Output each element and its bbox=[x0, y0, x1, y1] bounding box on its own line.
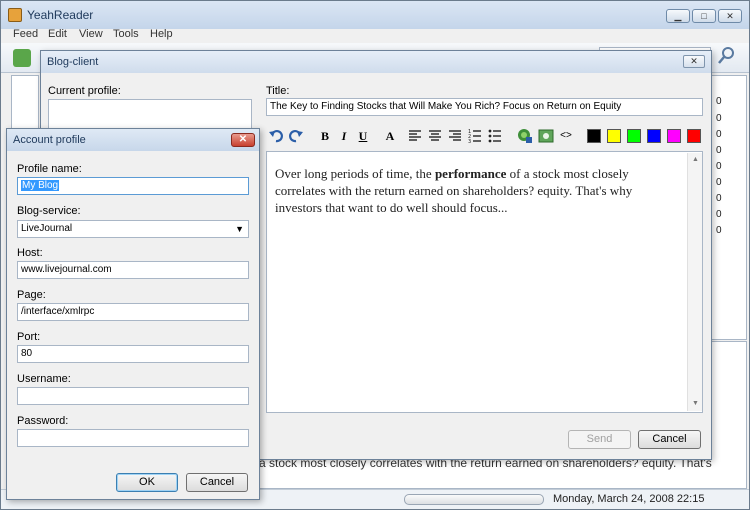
blog-service-label: Blog-service: bbox=[17, 205, 81, 217]
align-center-icon[interactable] bbox=[428, 127, 442, 145]
port-label: Port: bbox=[17, 331, 41, 343]
account-close-button[interactable]: ✕ bbox=[231, 133, 255, 147]
count: 0 bbox=[716, 225, 722, 236]
scroll-up-icon[interactable]: ▲ bbox=[692, 156, 699, 163]
post-body-editor[interactable]: Over long periods of time, the performan… bbox=[266, 151, 703, 413]
page-label: Page: bbox=[17, 289, 46, 301]
svg-text:3: 3 bbox=[468, 139, 471, 145]
color-blue-swatch[interactable] bbox=[647, 129, 661, 143]
redo-icon[interactable] bbox=[288, 127, 304, 145]
count: 0 bbox=[716, 193, 722, 204]
color-red-swatch[interactable] bbox=[687, 129, 701, 143]
account-profile-title: Account profile bbox=[13, 134, 86, 146]
profile-name-label: Profile name: bbox=[17, 163, 82, 175]
password-field[interactable] bbox=[17, 429, 249, 447]
color-green-swatch[interactable] bbox=[627, 129, 641, 143]
count: 0 bbox=[716, 209, 722, 220]
menu-help[interactable]: Help bbox=[150, 28, 173, 40]
bullet-list-icon[interactable] bbox=[488, 127, 502, 145]
html-source-button[interactable]: <> bbox=[558, 127, 574, 145]
font-button[interactable]: A bbox=[383, 127, 397, 145]
minimize-button[interactable]: ▁ bbox=[666, 9, 690, 23]
bold-button[interactable]: B bbox=[318, 127, 332, 145]
insert-image-icon[interactable] bbox=[538, 127, 554, 145]
body-text-start: Over long periods of time, the bbox=[275, 166, 435, 181]
status-progress-bar bbox=[404, 494, 544, 505]
count: 0 bbox=[716, 129, 722, 140]
scroll-down-icon[interactable]: ▼ bbox=[692, 400, 699, 407]
menu-edit[interactable]: Edit bbox=[48, 28, 67, 40]
status-date: Monday, March 24, 2008 22:15 bbox=[553, 493, 705, 505]
blog-cancel-button[interactable]: Cancel bbox=[638, 430, 701, 449]
blog-service-value: LiveJournal bbox=[21, 223, 73, 234]
menu-feed[interactable]: Feed bbox=[13, 28, 38, 40]
close-button[interactable]: ✕ bbox=[718, 9, 742, 23]
menubar: Feed Edit View Tools Help bbox=[1, 27, 749, 43]
post-body-text[interactable]: Over long periods of time, the performan… bbox=[275, 165, 670, 216]
body-text-bold: performance bbox=[434, 166, 507, 181]
host-label: Host: bbox=[17, 247, 43, 259]
chevron-down-icon[interactable]: ▼ bbox=[235, 224, 244, 234]
color-black-swatch[interactable] bbox=[587, 129, 601, 143]
blog-service-select[interactable]: LiveJournal ▼ bbox=[17, 220, 249, 238]
port-field[interactable]: 80 bbox=[17, 345, 249, 363]
editor-toolbar: B I U A 123 <> bbox=[266, 127, 706, 147]
count: 0 bbox=[716, 177, 722, 188]
username-field[interactable] bbox=[17, 387, 249, 405]
underline-button[interactable]: U bbox=[356, 127, 370, 145]
count: 0 bbox=[716, 145, 722, 156]
send-button[interactable]: Send bbox=[568, 430, 631, 449]
page-field[interactable]: /interface/xmlrpc bbox=[17, 303, 249, 321]
count: 0 bbox=[716, 113, 722, 124]
account-profile-titlebar: Account profile ✕ bbox=[7, 129, 259, 151]
align-left-icon[interactable] bbox=[408, 127, 422, 145]
maximize-button[interactable]: □ bbox=[692, 9, 716, 23]
profile-name-field[interactable]: My Blog bbox=[17, 177, 249, 195]
profile-name-value: My Blog bbox=[21, 180, 60, 191]
count: 0 bbox=[716, 161, 722, 172]
account-cancel-button[interactable]: Cancel bbox=[186, 473, 248, 492]
editor-scrollbar[interactable]: ▲ ▼ bbox=[687, 153, 702, 411]
menu-view[interactable]: View bbox=[79, 28, 103, 40]
password-label: Password: bbox=[17, 415, 69, 427]
current-profile-list[interactable] bbox=[48, 99, 252, 131]
host-field[interactable]: www.livejournal.com bbox=[17, 261, 249, 279]
ok-button[interactable]: OK bbox=[116, 473, 178, 492]
blog-client-titlebar: Blog-client ✕ bbox=[41, 51, 711, 73]
numbered-list-icon[interactable]: 123 bbox=[468, 127, 482, 145]
app-icon bbox=[8, 8, 22, 22]
add-feed-icon[interactable] bbox=[13, 49, 31, 67]
italic-button[interactable]: I bbox=[337, 127, 351, 145]
article-list-counts: 0 0 0 0 0 0 0 0 0 bbox=[711, 75, 747, 340]
post-title-input[interactable]: The Key to Finding Stocks that Will Make… bbox=[266, 98, 703, 116]
account-profile-dialog: Account profile ✕ Profile name: My Blog … bbox=[6, 128, 260, 500]
undo-icon[interactable] bbox=[268, 127, 284, 145]
current-profile-label: Current profile: bbox=[48, 85, 121, 97]
main-titlebar: YeahReader ▁ □ ✕ bbox=[1, 1, 749, 29]
menu-tools[interactable]: Tools bbox=[113, 28, 139, 40]
blog-close-button[interactable]: ✕ bbox=[683, 55, 705, 68]
color-magenta-swatch[interactable] bbox=[667, 129, 681, 143]
color-yellow-swatch[interactable] bbox=[607, 129, 621, 143]
blog-client-title: Blog-client bbox=[47, 56, 99, 68]
window-title: YeahReader bbox=[27, 8, 94, 22]
search-icon[interactable] bbox=[717, 45, 737, 65]
count: 0 bbox=[716, 96, 722, 107]
username-label: Username: bbox=[17, 373, 71, 385]
title-label: Title: bbox=[266, 85, 290, 97]
align-right-icon[interactable] bbox=[448, 127, 462, 145]
insert-link-icon[interactable] bbox=[517, 127, 533, 145]
